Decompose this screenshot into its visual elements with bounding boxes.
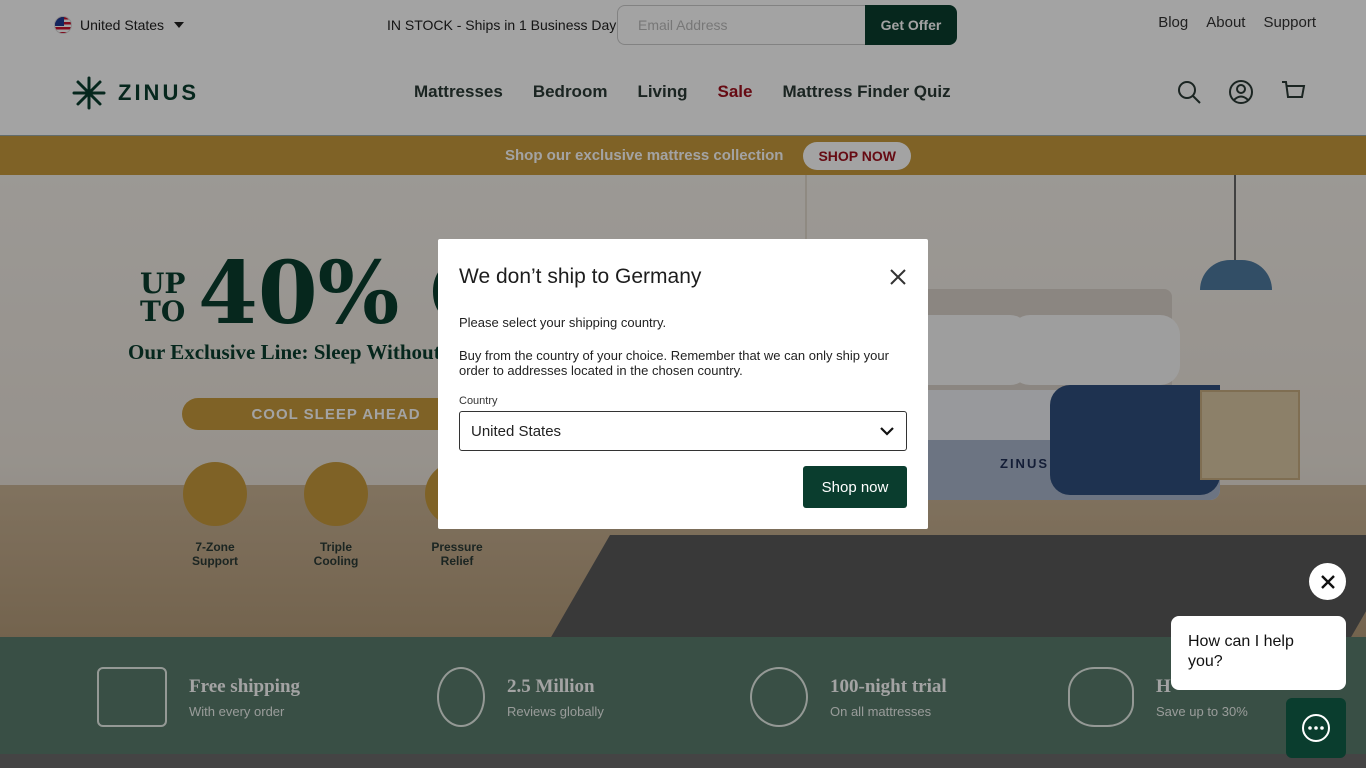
country-label: Country [459, 395, 498, 407]
shipping-country-modal: We don’t ship to Germany Please select y… [438, 239, 928, 529]
modal-instruction: Please select your shipping country. [459, 315, 667, 330]
close-icon[interactable] [888, 267, 908, 287]
shop-now-button[interactable]: Shop now [803, 466, 907, 508]
chevron-down-icon [880, 427, 894, 436]
close-icon [1320, 574, 1335, 589]
country-value: United States [471, 422, 562, 440]
chat-launcher-button[interactable] [1286, 698, 1346, 758]
chat-greeting-bubble[interactable]: How can I help you? [1171, 616, 1346, 690]
chat-close-button[interactable] [1309, 563, 1346, 600]
modal-title: We don’t ship to Germany [459, 265, 702, 288]
modal-description: Buy from the country of your choice. Rem… [459, 348, 889, 378]
country-select[interactable]: United States [459, 411, 907, 451]
chat-icon [1302, 714, 1330, 742]
